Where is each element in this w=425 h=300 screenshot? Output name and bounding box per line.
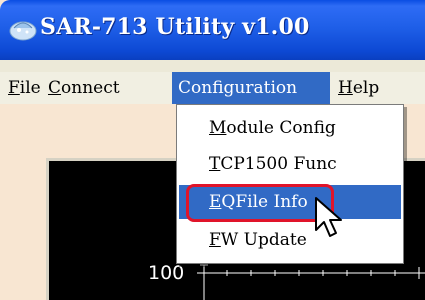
menu-item-module-config[interactable]: Module Config — [179, 111, 401, 145]
window-title: SAR-713 Utility v1.00 — [40, 14, 310, 40]
app-window: SAR-713 Utility v1.00 File Connect Confi… — [0, 0, 425, 300]
y-axis-tick-label: 100 — [148, 262, 185, 284]
menu-bar: File Connect Configuration Help — [0, 72, 425, 104]
configuration-dropdown: Module Config TCP1500 Func EQFile Info F… — [176, 104, 404, 264]
menu-connect[interactable]: Connect — [42, 72, 126, 104]
app-icon — [9, 21, 37, 41]
menubar-top-edge — [0, 60, 425, 72]
menu-item-eqfile-info[interactable]: EQFile Info — [179, 185, 401, 219]
menu-item-tcp1500-func[interactable]: TCP1500 Func — [179, 147, 401, 181]
arrow-cursor-icon — [315, 197, 342, 237]
menu-item-fw-update[interactable]: FW Update — [179, 223, 401, 257]
menu-file[interactable]: File — [2, 72, 47, 104]
menu-configuration[interactable]: Configuration — [172, 72, 330, 104]
title-bar[interactable]: SAR-713 Utility v1.00 — [0, 0, 425, 60]
menu-help[interactable]: Help — [332, 72, 385, 104]
